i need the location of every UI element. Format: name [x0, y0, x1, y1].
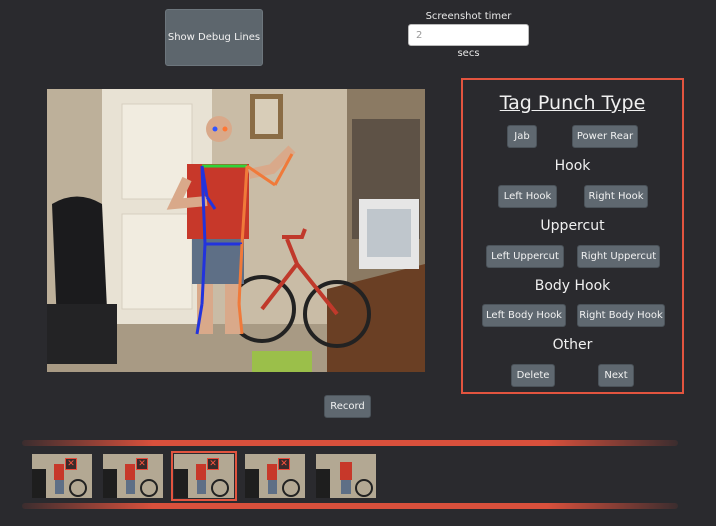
left-hook-button[interactable]: Left Hook: [498, 185, 557, 208]
timer-unit-label: secs: [457, 48, 480, 59]
power-rear-button[interactable]: Power Rear: [572, 125, 638, 148]
filmstrip-bottom-border: [22, 503, 678, 509]
next-button[interactable]: Next: [598, 364, 634, 387]
screenshot-timer-label: Screenshot timer: [425, 11, 512, 22]
left-uppercut-button[interactable]: Left Uppercut: [486, 245, 564, 268]
screenshot-thumbnail[interactable]: ✕: [245, 454, 305, 498]
thumbnail-image: [32, 454, 92, 498]
uppercut-section-title: Uppercut: [540, 218, 605, 234]
other-section-title: Other: [552, 337, 593, 353]
thumbnail-delete-icon[interactable]: ✕: [65, 458, 77, 470]
right-hook-button[interactable]: Right Hook: [584, 185, 648, 208]
thumbnail-image: [245, 454, 305, 498]
filmstrip-top-border: [22, 440, 678, 446]
screenshot-thumbnail[interactable]: [316, 454, 376, 498]
jab-button[interactable]: Jab: [507, 125, 537, 148]
right-uppercut-button[interactable]: Right Uppercut: [577, 245, 660, 268]
camera-feed: [47, 89, 425, 372]
hook-section-title: Hook: [554, 158, 591, 174]
thumbnail-image: [103, 454, 163, 498]
show-debug-lines-button[interactable]: Show Debug Lines: [165, 9, 263, 66]
tag-panel-title: Tag Punch Type: [499, 92, 646, 114]
camera-image: [47, 89, 425, 372]
screenshot-thumbnail[interactable]: ✕: [103, 454, 163, 498]
screenshot-thumbnail-selected[interactable]: ✕: [171, 451, 237, 501]
right-body-hook-button[interactable]: Right Body Hook: [577, 304, 665, 327]
record-button[interactable]: Record: [324, 395, 371, 418]
tag-punch-panel: Tag Punch Type Jab Power Rear Hook Left …: [461, 78, 684, 394]
left-body-hook-button[interactable]: Left Body Hook: [482, 304, 566, 327]
thumbnail-image: [174, 454, 234, 498]
delete-button[interactable]: Delete: [511, 364, 555, 387]
screenshot-timer-input[interactable]: [408, 24, 529, 46]
screenshot-thumbnail[interactable]: ✕: [32, 454, 92, 498]
body-hook-section-title: Body Hook: [534, 278, 611, 294]
thumbnail-delete-icon[interactable]: ✕: [278, 458, 290, 470]
thumbnail-image: [316, 454, 376, 498]
thumbnail-delete-icon[interactable]: ✕: [136, 458, 148, 470]
thumbnail-delete-icon[interactable]: ✕: [207, 458, 219, 470]
